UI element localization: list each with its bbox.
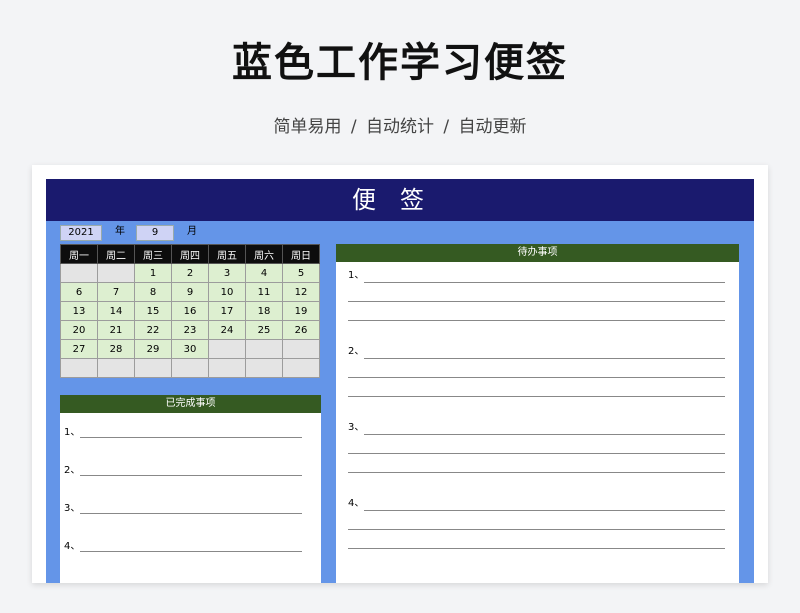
calendar-day-cell[interactable]: 18 — [245, 301, 283, 321]
calendar-day-cell[interactable]: 10 — [208, 282, 246, 302]
completed-panel: 已完成事项 1、 2、 3、 4、 — [60, 395, 321, 583]
calendar-empty-cell — [97, 263, 135, 283]
weekday-header: 周五 — [208, 244, 246, 264]
calendar-day-cell[interactable]: 1 — [134, 263, 172, 283]
completed-item-number: 3、 — [64, 503, 81, 514]
todo-item-line[interactable] — [348, 529, 725, 530]
calendar-week-row: 20 21 22 23 24 25 26 — [60, 320, 320, 340]
todo-panel: 待办事项 1、 2、 3、 4、 — [336, 244, 739, 583]
calendar-week-row: 6 7 8 9 10 11 12 — [60, 282, 320, 302]
month-input[interactable]: 9 — [136, 225, 174, 241]
calendar-day-cell[interactable]: 23 — [171, 320, 209, 340]
year-label: 年 — [115, 226, 125, 237]
calendar-week-row: 12345 — [60, 263, 320, 283]
todo-item-line[interactable] — [348, 396, 725, 397]
todo-item-line[interactable] — [348, 301, 725, 302]
todo-item-line[interactable] — [364, 434, 725, 435]
calendar-empty-cell — [60, 358, 98, 378]
note-sheet: 便签 2021 年 9 月 周一 周二 周三 周四 周五 周六 周日 1 2 3 4 5 6 7 8 9 10… — [46, 179, 754, 583]
todo-title: 待办事项 — [336, 244, 739, 262]
completed-item-line[interactable] — [80, 551, 302, 552]
calendar-day-cell[interactable]: 9 — [171, 282, 209, 302]
calendar-day-cell[interactable]: 29 — [134, 339, 172, 359]
completed-item-number: 2、 — [64, 465, 81, 476]
completed-item-line[interactable] — [80, 437, 302, 438]
note-card: 便签 2021 年 9 月 周一 周二 周三 周四 周五 周六 周日 1 2 3 4 5 6 7 8 9 10… — [32, 165, 768, 583]
calendar-day-cell[interactable]: 8 — [134, 282, 172, 302]
calendar-day-cell[interactable]: 4 — [245, 263, 283, 283]
calendar-day-cell[interactable]: 24 — [208, 320, 246, 340]
calendar-day-cell[interactable]: 13 — [60, 301, 98, 321]
todo-item-line[interactable] — [348, 377, 725, 378]
todo-item-number: 2、 — [348, 346, 365, 357]
calendar-day-cell[interactable]: 19 — [282, 301, 320, 321]
weekday-header: 周一 — [60, 244, 98, 264]
calendar-day-cell[interactable]: 27 — [60, 339, 98, 359]
calendar-day-cell[interactable]: 15 — [134, 301, 172, 321]
calendar-day-cell[interactable]: 26 — [282, 320, 320, 340]
weekday-header: 周六 — [245, 244, 283, 264]
calendar-empty-cell — [282, 339, 320, 359]
calendar-day-cell[interactable]: 12 — [282, 282, 320, 302]
completed-item-number: 1、 — [64, 427, 81, 438]
calendar-week-row — [60, 358, 320, 378]
calendar-day-cell[interactable]: 30 — [171, 339, 209, 359]
calendar-day-cell[interactable]: 7 — [97, 282, 135, 302]
calendar-day-cell[interactable]: 11 — [245, 282, 283, 302]
completed-item-number: 4、 — [64, 541, 81, 552]
completed-item-line[interactable] — [80, 475, 302, 476]
calendar-day-cell[interactable]: 20 — [60, 320, 98, 340]
calendar-week-row: 27 28 29 30 — [60, 339, 320, 359]
todo-item-number: 3、 — [348, 422, 365, 433]
calendar-day-cell[interactable]: 21 — [97, 320, 135, 340]
todo-item-line[interactable] — [348, 320, 725, 321]
todo-item-line[interactable] — [364, 510, 725, 511]
todo-item-number: 1、 — [348, 270, 365, 281]
year-input[interactable]: 2021 — [60, 225, 102, 241]
page-title: 蓝色工作学习便签 — [232, 40, 568, 86]
todo-item-line[interactable] — [348, 472, 725, 473]
weekday-header: 周日 — [282, 244, 320, 264]
weekday-header: 周三 — [134, 244, 172, 264]
calendar-empty-cell — [208, 358, 246, 378]
calendar-empty-cell — [134, 358, 172, 378]
calendar-week-row: 13 14 15 16 17 18 19 — [60, 301, 320, 321]
calendar-empty-cell — [60, 263, 98, 283]
calendar-day-cell[interactable]: 5 — [282, 263, 320, 283]
calendar-empty-cell — [97, 358, 135, 378]
calendar-day-cell[interactable]: 3 — [208, 263, 246, 283]
calendar-day-cell[interactable]: 17 — [208, 301, 246, 321]
calendar-day-cell[interactable]: 16 — [171, 301, 209, 321]
calendar-day-cell[interactable]: 14 — [97, 301, 135, 321]
calendar-day-cell[interactable]: 6 — [60, 282, 98, 302]
calendar-day-cell[interactable]: 2 — [171, 263, 209, 283]
todo-item-line[interactable] — [364, 358, 725, 359]
calendar-empty-cell — [245, 358, 283, 378]
completed-item-line[interactable] — [80, 513, 302, 514]
calendar-empty-cell — [208, 339, 246, 359]
todo-item-line[interactable] — [348, 548, 725, 549]
completed-title: 已完成事项 — [60, 395, 321, 413]
calendar-day-cell[interactable]: 28 — [97, 339, 135, 359]
page-subtitle: 简单易用 / 自动统计 / 自动更新 — [273, 117, 527, 137]
todo-item-number: 4、 — [348, 498, 365, 509]
calendar-empty-cell — [171, 358, 209, 378]
calendar-weekday-row: 周一 周二 周三 周四 周五 周六 周日 — [60, 244, 320, 264]
month-label: 月 — [187, 226, 197, 237]
todo-item-line[interactable] — [348, 453, 725, 454]
todo-item-line[interactable] — [364, 282, 725, 283]
calendar-empty-cell — [245, 339, 283, 359]
weekday-header: 周四 — [171, 244, 209, 264]
calendar-day-cell[interactable]: 25 — [245, 320, 283, 340]
calendar-table: 周一 周二 周三 周四 周五 周六 周日 1 2 3 4 5 6 7 8 9 10 11 12 13 14 15 16 17… — [60, 244, 320, 378]
weekday-header: 周二 — [97, 244, 135, 264]
sheet-header: 便签 — [46, 179, 754, 221]
calendar-day-cell[interactable]: 22 — [134, 320, 172, 340]
calendar-empty-cell — [282, 358, 320, 378]
